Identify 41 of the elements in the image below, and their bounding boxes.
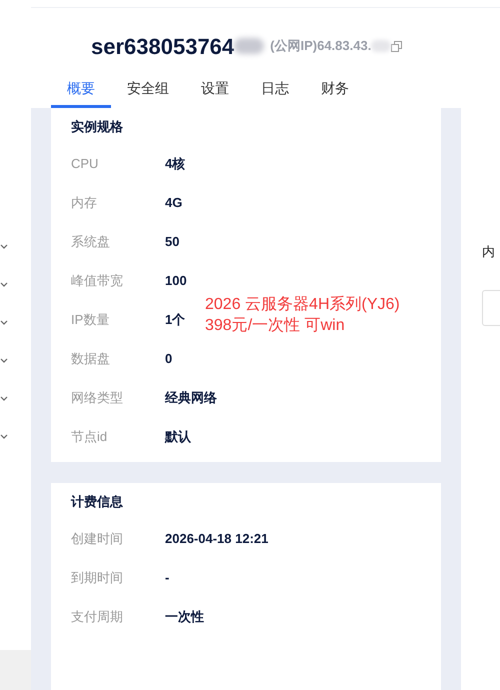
annotation-text: 2026 云服务器4H系列(YJ6) 398元/一次性 可win [205, 294, 400, 336]
chevron-down-icon[interactable] [0, 358, 8, 364]
field-label: 创建时间 [71, 530, 124, 548]
field-label: IP数量 [71, 310, 110, 329]
field-label: 峰值带宽 [71, 272, 124, 290]
chevron-down-icon[interactable] [0, 434, 8, 440]
field-label: 内 [482, 243, 496, 261]
field-label: 数据盘 [71, 350, 111, 368]
copy-icon[interactable] [391, 40, 402, 52]
field-value: 50 [165, 232, 180, 251]
field-label: CPU [71, 154, 100, 173]
chevron-down-icon[interactable] [0, 282, 8, 288]
field-label: 到期时间 [71, 568, 124, 587]
tab[interactable]: 安全组 [111, 72, 185, 108]
section-title: 实例规格 [71, 118, 124, 136]
chevron-down-icon[interactable] [0, 320, 8, 326]
field-label: 支付周期 [71, 608, 124, 626]
field-value: 4核 [165, 154, 186, 173]
instance-name: ser638053764 [91, 32, 234, 60]
section-title: 计费信息 [71, 493, 124, 511]
field-value: 0 [165, 350, 172, 368]
field-value: 一次性 [165, 608, 204, 626]
field-value: 1个 [165, 310, 186, 329]
field-value: 默认 [165, 428, 191, 446]
tab[interactable]: 日志 [245, 72, 305, 108]
field-value: 100 [165, 272, 187, 290]
tab[interactable]: 设置 [185, 72, 245, 108]
tab[interactable]: 财务 [305, 72, 365, 108]
blurred-redaction [371, 40, 392, 52]
field-label: 系统盘 [71, 232, 111, 251]
blurred-redaction [234, 38, 264, 54]
chevron-down-icon[interactable] [0, 244, 8, 250]
field-label: 网络类型 [71, 388, 124, 407]
field-value: 经典网络 [165, 388, 217, 407]
field-label: 内存 [71, 194, 98, 212]
public-ip: (公网IP)64.83.43. [270, 37, 372, 56]
field-label: 节点id [71, 428, 108, 446]
field-value: 4G [165, 194, 182, 212]
chevron-down-icon[interactable] [0, 396, 8, 402]
field-value: 2026-04-18 12:21 [165, 530, 268, 548]
field-value: - [165, 568, 170, 587]
